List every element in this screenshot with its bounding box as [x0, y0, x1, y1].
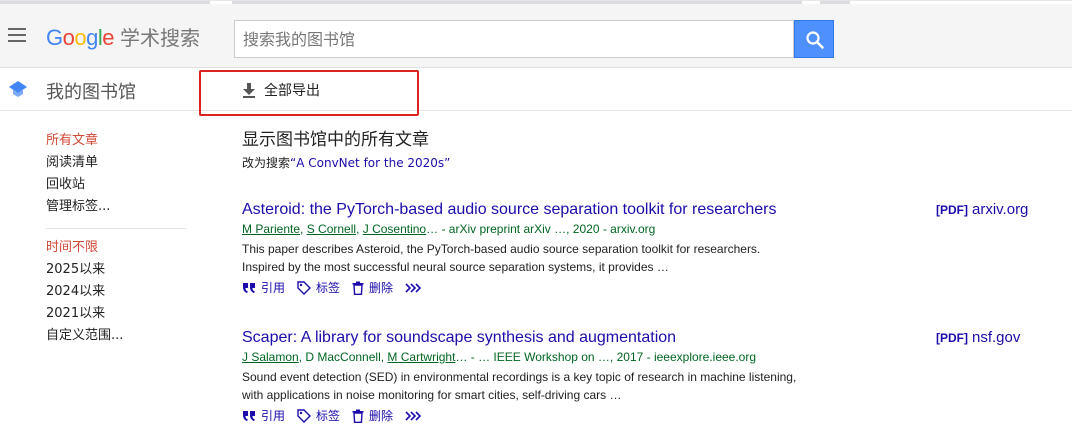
author-link[interactable]: J Salamon	[242, 350, 299, 364]
sidebar-item-trash[interactable]: 回收站	[46, 174, 186, 196]
result-authors: J Salamon, D MacConnell, M Cartwright… -…	[242, 350, 757, 364]
logo-letter: g	[86, 25, 98, 50]
library-icon	[9, 81, 27, 97]
main-content: 显示图书馆中的所有文章 改为搜索“A ConvNet for the 2020s…	[242, 128, 1042, 423]
pdf-link[interactable]: [PDF] nsf.gov	[936, 329, 1020, 346]
search-input[interactable]	[234, 20, 794, 58]
more-button[interactable]	[405, 410, 426, 421]
author-link[interactable]: J Cosentino	[363, 222, 426, 236]
logo-suffix: 学术搜索	[120, 28, 201, 50]
result-authors: M Pariente, S Cornell, J Cosentino… - ar…	[242, 222, 656, 236]
sidebar-item-custom-range[interactable]: 自定义范围...	[46, 325, 186, 347]
author-link[interactable]: M Cartwright	[387, 350, 455, 364]
author-link[interactable]: S Cornell	[307, 222, 356, 236]
logo-letter: G	[46, 25, 63, 50]
result-title-link[interactable]: Asteroid: the PyTorch-based audio source…	[242, 201, 777, 218]
logo-letter: o	[74, 25, 87, 50]
pdf-tag: [PDF]	[936, 203, 968, 217]
tag-icon	[297, 408, 312, 423]
search-suggestion-link[interactable]: “A ConvNet for the 2020s”	[290, 156, 450, 170]
search-suggestion-prefix: 改为搜索	[242, 156, 291, 170]
result-snippet: This paper describes Asteroid, the PyTor…	[242, 242, 761, 274]
result-source: … - … IEEE Workshop on …, 2017 - ieeexpl…	[455, 350, 757, 364]
library-toolbar: 我的图书馆 全部导出	[0, 68, 1072, 116]
quote-icon	[243, 282, 255, 293]
sidebar-item-since-2021[interactable]: 2021以来	[46, 303, 186, 325]
cite-label: 引用	[261, 281, 286, 295]
cite-button[interactable]: 引用	[242, 407, 285, 424]
label-button[interactable]: 标签	[297, 407, 340, 424]
download-icon	[243, 83, 255, 98]
cite-label: 引用	[261, 409, 286, 423]
label-button[interactable]: 标签	[297, 279, 340, 296]
export-all-label: 全部导出	[264, 83, 320, 99]
sidebar: 所有文章 阅读清单 回收站 管理标签... 时间不限 2025以来 2024以来…	[46, 130, 186, 347]
sidebar-item-all-articles[interactable]: 所有文章	[46, 130, 186, 152]
pdf-source: nsf.gov	[972, 329, 1021, 346]
logo-letter: o	[62, 25, 75, 50]
result-title-link[interactable]: Scaper: A library for soundscape synthes…	[242, 329, 676, 346]
more-icon	[405, 282, 422, 293]
delete-label: 删除	[369, 409, 394, 423]
search-button[interactable]	[794, 20, 834, 58]
library-title: 我的图书馆	[46, 82, 136, 103]
more-icon	[405, 410, 422, 421]
delete-label: 删除	[369, 281, 394, 295]
menu-icon[interactable]	[8, 28, 26, 42]
sidebar-item-since-2024[interactable]: 2024以来	[46, 281, 186, 303]
sidebar-item-any-time[interactable]: 时间不限	[46, 237, 186, 259]
result-actions: 引用 标签 删除	[242, 407, 1042, 424]
result-actions: 引用 标签 删除	[242, 279, 1042, 296]
trash-icon	[352, 281, 364, 295]
result-snippet: Sound event detection (SED) in environme…	[242, 370, 797, 402]
pdf-link[interactable]: [PDF] arxiv.org	[936, 201, 1028, 218]
pdf-source: arxiv.org	[972, 201, 1029, 218]
delete-button[interactable]: 删除	[352, 279, 393, 296]
page-title: 显示图书馆中的所有文章	[242, 130, 429, 150]
sidebar-item-manage-labels[interactable]: 管理标签...	[46, 196, 186, 218]
cite-button[interactable]: 引用	[242, 279, 285, 296]
label-label: 标签	[316, 281, 341, 295]
search-suggestion: 改为搜索“A ConvNet for the 2020s”	[242, 154, 1042, 171]
trash-icon	[352, 409, 364, 423]
sidebar-item-since-2025[interactable]: 2025以来	[46, 259, 186, 281]
result-source: … - arXiv preprint arXiv …, 2020 - arxiv…	[426, 222, 656, 236]
more-button[interactable]	[405, 282, 426, 293]
logo-letter: e	[102, 25, 115, 50]
quote-icon	[243, 410, 255, 421]
search-icon	[806, 31, 824, 49]
label-label: 标签	[316, 409, 341, 423]
author-name: D MacConnell	[305, 350, 381, 364]
pdf-tag: [PDF]	[936, 331, 968, 345]
sidebar-item-reading-list[interactable]: 阅读清单	[46, 152, 186, 174]
google-scholar-logo[interactable]: Google 学术搜索	[46, 22, 200, 51]
export-all-button[interactable]: 全部导出	[242, 80, 320, 100]
header: Google 学术搜索	[0, 4, 1072, 68]
result-item: Asteroid: the PyTorch-based audio source…	[242, 201, 1042, 296]
result-item: Scaper: A library for soundscape synthes…	[242, 329, 1042, 424]
author-link[interactable]: M Pariente	[242, 222, 300, 236]
sidebar-divider	[46, 228, 186, 229]
delete-button[interactable]: 删除	[352, 407, 393, 424]
tag-icon	[297, 280, 312, 295]
